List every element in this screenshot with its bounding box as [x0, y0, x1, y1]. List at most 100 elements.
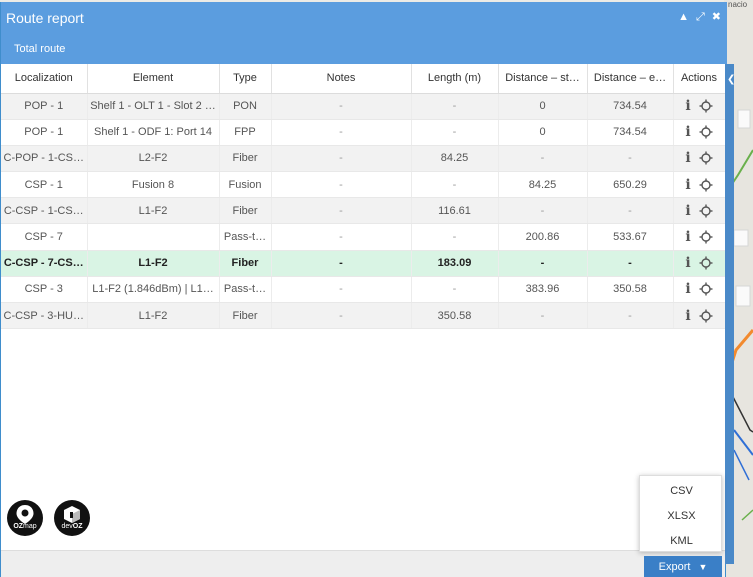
- cell-type: Fiber: [219, 197, 272, 225]
- info-icon[interactable]: i: [685, 204, 690, 218]
- export-option-kml[interactable]: KML: [640, 529, 723, 554]
- column-header-type[interactable]: Type: [219, 64, 272, 94]
- cell-notes: -: [271, 197, 412, 225]
- table-row[interactable]: CSP - 3 L1-F2 (1.846dBm) | L1… Pass-t… - -38…: [1, 276, 726, 304]
- devoz-logo: devOZ: [54, 500, 90, 536]
- map-pin-icon: [16, 505, 34, 524]
- ozmap-logo-text: OZmap: [13, 523, 37, 530]
- cell-type: FPP: [219, 119, 272, 146]
- table-row[interactable]: POP - 1 Shelf 1 - OLT 1 - Slot 2 … PON - -0 7…: [1, 93, 726, 120]
- collapse-arrow-icon[interactable]: ❮: [727, 74, 735, 85]
- cube-icon: [64, 506, 80, 523]
- cell-actions: i: [673, 302, 726, 330]
- locate-icon[interactable]: [699, 99, 713, 113]
- cell-element: L1-F2: [87, 197, 220, 225]
- info-icon[interactable]: i: [685, 151, 690, 165]
- info-icon[interactable]: i: [685, 125, 690, 139]
- export-option-csv[interactable]: CSV: [640, 479, 723, 504]
- export-button[interactable]: Export ▼: [644, 556, 722, 577]
- column-header-notes[interactable]: Notes: [271, 64, 412, 94]
- cell-localization: POP - 1: [1, 93, 88, 120]
- expand-icon[interactable]: ⤢: [696, 11, 705, 23]
- cell-element: Shelf 1 - OLT 1 - Slot 2 …: [87, 93, 220, 120]
- locate-icon[interactable]: [699, 230, 713, 244]
- cell-length: 183.09: [411, 250, 499, 277]
- table-row[interactable]: CSP - 1 Fusion 8 Fusion - -84.25 650.29 i: [1, 171, 726, 199]
- cell-notes: -: [271, 93, 412, 120]
- info-icon[interactable]: i: [685, 282, 690, 296]
- cell-distance-end: -: [587, 302, 674, 330]
- cell-actions: i: [673, 250, 726, 277]
- cell-distance-start: -: [498, 302, 588, 330]
- cell-type: Pass-t…: [219, 276, 272, 304]
- cell-distance-end: 734.54: [587, 93, 674, 120]
- cell-actions: i: [673, 197, 726, 225]
- locate-icon[interactable]: [699, 204, 713, 218]
- cell-localization: C-CSP - 7-CS…: [1, 250, 88, 277]
- info-icon[interactable]: i: [685, 230, 690, 244]
- info-icon[interactable]: i: [685, 309, 690, 323]
- cell-element: L2-F2: [87, 145, 220, 173]
- map-label: nacio: [728, 0, 748, 9]
- cell-distance-end: 650.29: [587, 171, 674, 199]
- table-row[interactable]: CSP - 7 Pass-t… - -200.86 533.67 i: [1, 223, 726, 251]
- panel-header[interactable]: Route report ▲ ⤢ ✖: [1, 2, 727, 34]
- cell-element: Shelf 1 - ODF 1: Port 14: [87, 119, 220, 146]
- column-header-distance-end[interactable]: Distance – e…: [587, 64, 674, 94]
- devoz-logo-text: devOZ: [61, 523, 83, 530]
- cell-notes: -: [271, 276, 412, 304]
- column-header-localization[interactable]: Localization: [1, 64, 88, 94]
- column-header-element[interactable]: Element: [87, 64, 220, 94]
- cell-distance-end: -: [587, 145, 674, 173]
- caret-down-icon: ▼: [698, 561, 708, 572]
- cell-actions: i: [673, 119, 726, 146]
- table-row[interactable]: C-POP - 1-CS… L2-F2 Fiber -84.25- - i: [1, 145, 726, 173]
- cell-localization: C-POP - 1-CS…: [1, 145, 88, 173]
- table-row[interactable]: C-CSP - 1-CS… L1-F2 Fiber -116.61- - i: [1, 197, 726, 225]
- locate-icon[interactable]: [699, 309, 713, 323]
- cell-distance-start: 383.96: [498, 276, 588, 304]
- route-table: Localization Element Type Notes Length (…: [1, 64, 726, 330]
- column-header-length[interactable]: Length (m): [411, 64, 499, 94]
- cell-localization: CSP - 3: [1, 276, 88, 304]
- cell-length: -: [411, 119, 499, 146]
- cell-element: L1-F2: [87, 302, 220, 330]
- cell-length: 116.61: [411, 197, 499, 225]
- locate-icon[interactable]: [699, 282, 713, 296]
- side-collapse-bar[interactable]: [725, 64, 734, 564]
- cell-distance-start: -: [498, 145, 588, 173]
- locate-icon[interactable]: [699, 151, 713, 165]
- cell-length: -: [411, 276, 499, 304]
- table-row[interactable]: C-CSP - 7-CS… L1-F2 Fiber -183.09- - i: [1, 250, 726, 277]
- tab-total-route[interactable]: Total route: [14, 43, 65, 55]
- info-icon[interactable]: i: [685, 178, 690, 192]
- header-controls: ▲ ⤢ ✖: [678, 11, 721, 23]
- cell-notes: -: [271, 302, 412, 330]
- cell-localization: POP - 1: [1, 119, 88, 146]
- cell-notes: -: [271, 250, 412, 277]
- locate-icon[interactable]: [699, 178, 713, 192]
- export-menu: CSV XLSX KML: [639, 475, 722, 552]
- cell-localization: CSP - 7: [1, 223, 88, 251]
- cell-localization: C-CSP - 1-CS…: [1, 197, 88, 225]
- cell-localization: C-CSP - 3-HU…: [1, 302, 88, 330]
- column-header-distance-start[interactable]: Distance – st…: [498, 64, 588, 94]
- table-row[interactable]: POP - 1 Shelf 1 - ODF 1: Port 14 FPP - -0 734…: [1, 119, 726, 146]
- locate-icon[interactable]: [699, 256, 713, 270]
- minimize-icon[interactable]: ▲: [678, 11, 689, 23]
- cell-length: 350.58: [411, 302, 499, 330]
- cell-actions: i: [673, 276, 726, 304]
- cell-length: -: [411, 93, 499, 120]
- cell-length: 84.25: [411, 145, 499, 173]
- cell-notes: -: [271, 145, 412, 173]
- table-row[interactable]: C-CSP - 3-HU… L1-F2 Fiber -350.58- - i: [1, 302, 726, 330]
- cell-distance-end: -: [587, 197, 674, 225]
- locate-icon[interactable]: [699, 125, 713, 139]
- info-icon[interactable]: i: [685, 99, 690, 113]
- cell-notes: -: [271, 119, 412, 146]
- info-icon[interactable]: i: [685, 256, 690, 270]
- cell-actions: i: [673, 145, 726, 173]
- cell-type: Pass-t…: [219, 223, 272, 251]
- close-icon[interactable]: ✖: [712, 11, 721, 23]
- export-option-xlsx[interactable]: XLSX: [640, 504, 723, 529]
